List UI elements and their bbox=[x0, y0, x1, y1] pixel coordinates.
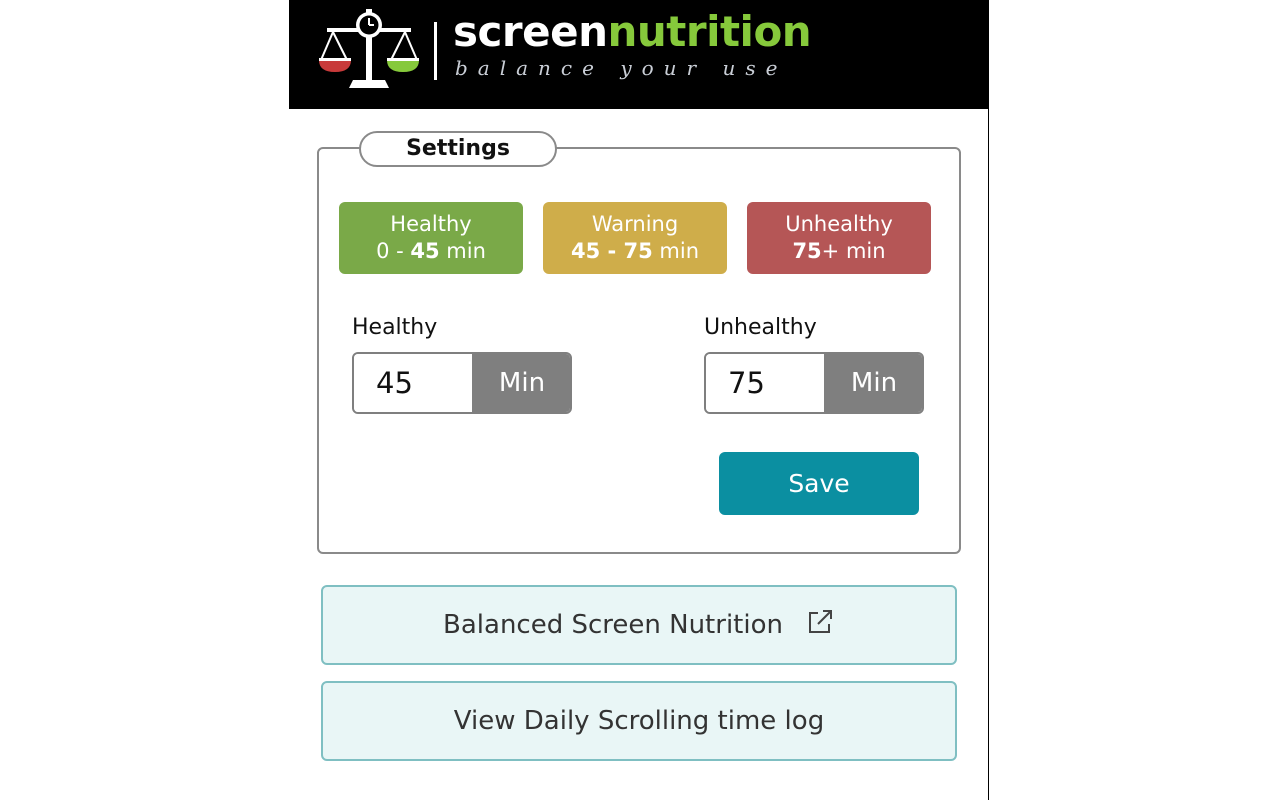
healthy-threshold-label: Healthy bbox=[352, 315, 438, 340]
warning-range-suffix: min bbox=[652, 239, 700, 263]
healthy-range-value: 45 bbox=[410, 239, 440, 263]
warning-badge-range: 45 - 75 min bbox=[543, 238, 727, 265]
balanced-screen-nutrition-label: Balanced Screen Nutrition bbox=[443, 610, 783, 640]
healthy-range-badge: Healthy 0 - 45 min bbox=[339, 202, 523, 274]
settings-title: Settings bbox=[359, 131, 557, 167]
unhealthy-threshold-input[interactable] bbox=[706, 354, 824, 412]
settings-panel: Settings Healthy 0 - 45 min Warning 45 -… bbox=[317, 131, 961, 554]
unhealthy-range-value: 75 bbox=[792, 239, 822, 263]
healthy-range-suffix: min bbox=[439, 239, 486, 263]
view-daily-log-button[interactable]: View Daily Scrolling time log bbox=[321, 681, 957, 761]
healthy-threshold-input[interactable] bbox=[354, 354, 472, 412]
healthy-badge-range: 0 - 45 min bbox=[339, 238, 523, 265]
extension-popup: screennutrition balance your use Setting… bbox=[289, 0, 989, 800]
save-button[interactable]: Save bbox=[719, 452, 919, 515]
healthy-badge-title: Healthy bbox=[390, 212, 472, 236]
healthy-threshold-group: Min bbox=[352, 352, 572, 414]
warning-range-value: 45 - 75 bbox=[570, 239, 653, 263]
balanced-screen-nutrition-button[interactable]: Balanced Screen Nutrition bbox=[321, 585, 957, 665]
app-header: screennutrition balance your use bbox=[289, 0, 989, 109]
unhealthy-badge-range: 75+ min bbox=[747, 238, 931, 265]
balance-scale-clock-icon bbox=[319, 9, 419, 88]
unhealthy-range-suffix: + min bbox=[821, 239, 886, 263]
logo-divider bbox=[434, 22, 437, 80]
brand-part-nutrition: nutrition bbox=[607, 7, 812, 56]
external-link-icon bbox=[808, 610, 832, 633]
brand-part-screen: screen bbox=[453, 7, 608, 56]
unhealthy-range-badge: Unhealthy 75+ min bbox=[747, 202, 931, 274]
brand-name: screennutrition bbox=[453, 6, 812, 58]
unhealthy-unit-label: Min bbox=[824, 354, 922, 412]
unhealthy-threshold-label: Unhealthy bbox=[704, 315, 817, 340]
warning-range-badge: Warning 45 - 75 min bbox=[543, 202, 727, 274]
unhealthy-badge-title: Unhealthy bbox=[785, 212, 893, 236]
healthy-range-prefix: 0 - bbox=[376, 239, 411, 263]
healthy-unit-label: Min bbox=[472, 354, 570, 412]
warning-badge-title: Warning bbox=[591, 212, 679, 236]
unhealthy-threshold-group: Min bbox=[704, 352, 924, 414]
brand-tagline: balance your use bbox=[455, 56, 788, 80]
